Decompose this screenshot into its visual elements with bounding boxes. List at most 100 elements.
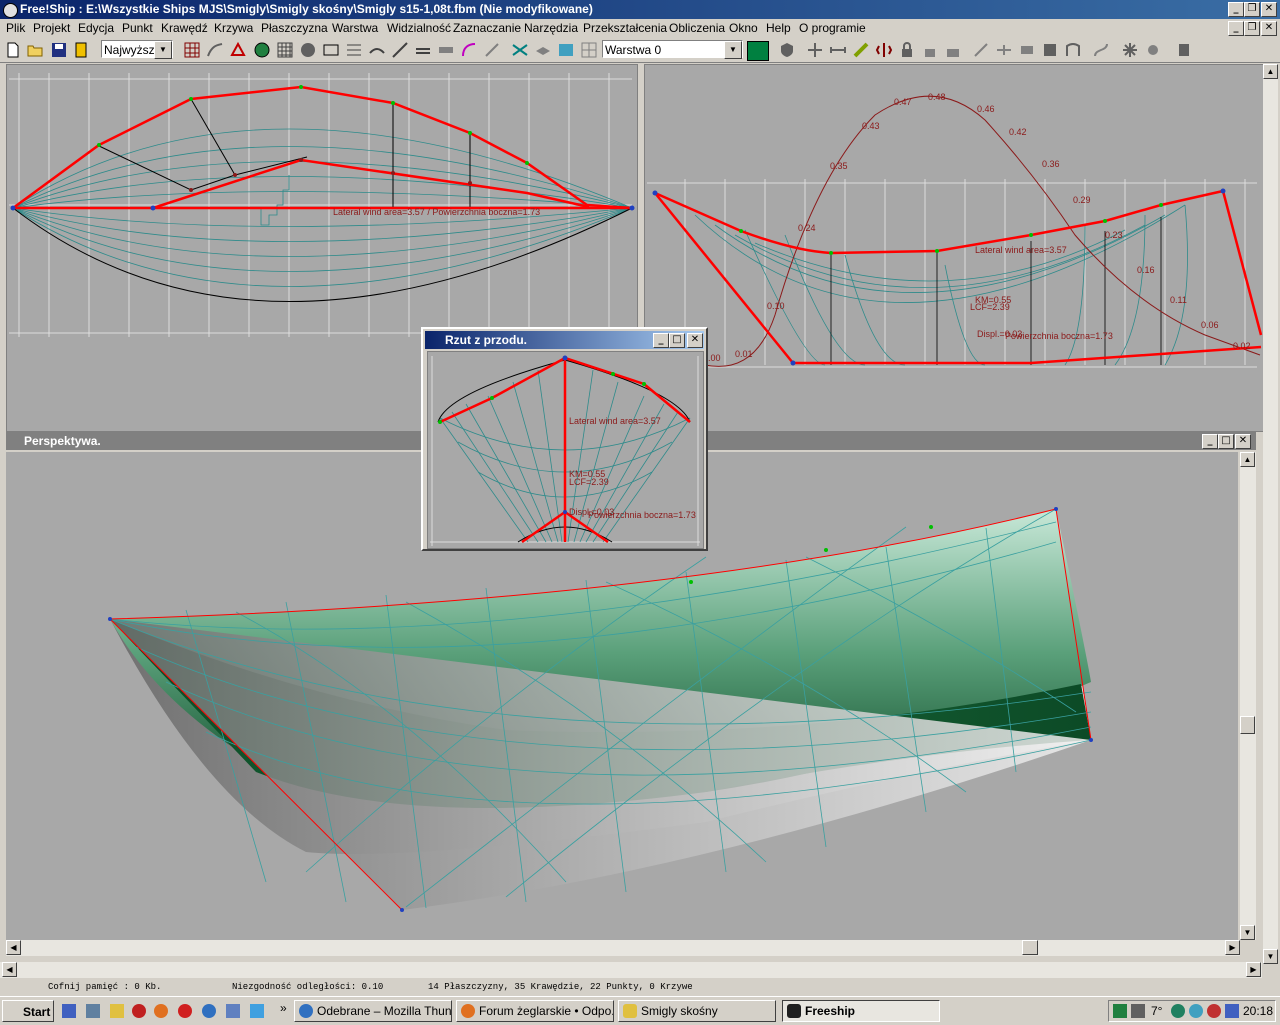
extrude-icon[interactable] xyxy=(1064,41,1082,59)
messenger-icon[interactable] xyxy=(250,1004,264,1018)
scroll-left-icon[interactable]: ◀ xyxy=(6,940,21,955)
update-icon[interactable] xyxy=(1189,1004,1203,1018)
scroll-left-icon[interactable]: ◀ xyxy=(2,962,17,977)
menu-narzedzia[interactable]: Narzędzia xyxy=(524,21,578,35)
scale-icon[interactable] xyxy=(829,41,847,59)
chevron-down-icon[interactable]: ▼ xyxy=(724,41,742,59)
scroll-down-icon[interactable]: ▼ xyxy=(1263,949,1278,964)
firefox-icon[interactable] xyxy=(154,1004,168,1018)
opera-icon[interactable] xyxy=(178,1004,192,1018)
waterlines-icon[interactable] xyxy=(368,41,386,59)
scroll-up-icon[interactable]: ▲ xyxy=(1240,452,1255,467)
layer-grid-icon[interactable] xyxy=(580,41,598,59)
start-button[interactable]: Start xyxy=(2,1000,54,1022)
face-icon[interactable] xyxy=(1041,41,1059,59)
split-edge-icon[interactable] xyxy=(995,41,1013,59)
diagonals-icon[interactable] xyxy=(391,41,409,59)
profile-view[interactable]: 0.00 0.01 0.10 0.24 0.35 0.43 0.47 0.48 … xyxy=(644,64,1264,432)
bezier-icon[interactable] xyxy=(1092,41,1110,59)
media-icon[interactable] xyxy=(86,1004,100,1018)
app-icon[interactable] xyxy=(3,3,18,18)
restore-icon[interactable]: ❐ xyxy=(1244,2,1260,17)
hydrostatics-icon[interactable] xyxy=(437,41,455,59)
perspective-maximize-icon[interactable]: □ xyxy=(1218,434,1234,449)
scroll-right-icon[interactable]: ▶ xyxy=(1225,940,1240,955)
front-view-window[interactable]: Rzut z przodu. _ □ ✕ Lateral wind area=3… xyxy=(421,327,708,551)
perspective-hscrollbar[interactable]: ◀ ▶ xyxy=(6,940,1240,956)
freeship-quicklaunch-icon[interactable] xyxy=(132,1004,146,1018)
menu-plaszczyzna[interactable]: Płaszczyzna xyxy=(261,21,328,35)
front-view[interactable]: Lateral wind area=3.57 KM=0.55 LCF=2.39 … xyxy=(427,351,704,549)
move-icon[interactable] xyxy=(806,41,824,59)
new-file-icon[interactable] xyxy=(4,41,22,59)
perspective-vscrollbar[interactable]: ▲ ▼ xyxy=(1240,452,1256,940)
layers-icon[interactable] xyxy=(534,41,552,59)
profile-view-canvas[interactable]: 0.00 0.01 0.10 0.24 0.35 0.43 0.47 0.48 … xyxy=(645,65,1263,431)
exit-icon[interactable] xyxy=(72,41,90,59)
layer-select[interactable]: Warstwa 0 ▼ xyxy=(602,40,743,59)
shield-icon[interactable] xyxy=(1131,1004,1145,1018)
scroll-thumb[interactable] xyxy=(1240,716,1255,734)
menu-widzialnosc[interactable]: Widzialność xyxy=(387,21,451,35)
develop-icon[interactable] xyxy=(557,41,575,59)
menu-edycja[interactable]: Edycja xyxy=(78,21,114,35)
help-icon[interactable] xyxy=(1175,41,1193,59)
globe-icon[interactable] xyxy=(253,41,271,59)
flowlines-icon[interactable] xyxy=(414,41,432,59)
curvature-icon[interactable] xyxy=(206,41,224,59)
unlock-icon[interactable] xyxy=(921,41,939,59)
grid-icon[interactable] xyxy=(276,41,294,59)
save-icon[interactable] xyxy=(50,41,68,59)
open-folder-icon[interactable] xyxy=(26,41,44,59)
thunderbird-icon[interactable] xyxy=(202,1004,216,1018)
menu-help[interactable]: Help xyxy=(766,21,791,35)
network-icon[interactable] xyxy=(1113,1004,1127,1018)
layer-color-swatch[interactable] xyxy=(747,41,769,61)
front-minimize-icon[interactable]: _ xyxy=(653,333,669,348)
right-scrollbar[interactable]: ▲ ▼ xyxy=(1263,64,1278,964)
menu-punkt[interactable]: Punkt xyxy=(122,21,153,35)
security-icon[interactable] xyxy=(1207,1004,1221,1018)
app-icon[interactable] xyxy=(226,1004,240,1018)
task-freeship[interactable]: Freeship xyxy=(782,1000,940,1022)
scroll-right-icon[interactable]: ▶ xyxy=(1246,962,1261,977)
scroll-thumb[interactable] xyxy=(1022,940,1038,955)
menu-krawedz[interactable]: Krawędź xyxy=(161,21,208,35)
menu-obliczenia[interactable]: Obliczenia xyxy=(669,21,725,35)
control-net-icon[interactable] xyxy=(183,41,201,59)
main-hscrollbar[interactable]: ◀ ▶ xyxy=(0,962,1262,978)
task-thunderbird[interactable]: Odebrane – Mozilla Thun... xyxy=(294,1000,452,1022)
front-view-titlebar[interactable]: Rzut z przodu. _ □ ✕ xyxy=(425,331,704,349)
insert-point-icon[interactable] xyxy=(972,41,990,59)
folder-icon[interactable] xyxy=(110,1004,124,1018)
intersect-icon[interactable] xyxy=(511,41,529,59)
scroll-down-icon[interactable]: ▼ xyxy=(1240,925,1255,940)
menu-krzywa[interactable]: Krzywa xyxy=(214,21,253,35)
settings-icon[interactable] xyxy=(1144,41,1162,59)
show-desktop-icon[interactable] xyxy=(62,1004,76,1018)
curve-icon[interactable] xyxy=(460,41,478,59)
menu-plik[interactable]: Plik xyxy=(6,21,25,35)
doc-restore-icon[interactable]: ❐ xyxy=(1244,21,1260,36)
stations-icon[interactable] xyxy=(322,41,340,59)
task-folder[interactable]: Smigly skośny xyxy=(618,1000,776,1022)
chevron-right-icon[interactable]: » xyxy=(280,1001,287,1015)
chevron-down-icon[interactable]: ▼ xyxy=(154,41,172,59)
sphere-icon[interactable] xyxy=(299,41,317,59)
markers-icon[interactable] xyxy=(229,41,247,59)
perspective-minimize-icon[interactable]: _ xyxy=(1202,434,1218,449)
front-maximize-icon[interactable]: □ xyxy=(669,333,685,348)
menu-okno[interactable]: Okno xyxy=(729,21,758,35)
scroll-up-icon[interactable]: ▲ xyxy=(1263,64,1278,79)
rotate-icon[interactable] xyxy=(852,41,870,59)
buttocks-icon[interactable] xyxy=(345,41,363,59)
shield-icon[interactable] xyxy=(778,41,796,59)
collapse-icon[interactable] xyxy=(1018,41,1036,59)
perspective-close-icon[interactable]: ✕ xyxy=(1235,434,1251,449)
mirror-icon[interactable] xyxy=(875,41,893,59)
doc-minimize-icon[interactable]: _ xyxy=(1228,21,1244,36)
precision-select[interactable]: Najwyższy ▼ xyxy=(101,40,173,59)
unlock-all-icon[interactable] xyxy=(944,41,962,59)
close-icon[interactable]: ✕ xyxy=(1261,2,1277,17)
menu-projekt[interactable]: Projekt xyxy=(33,21,70,35)
